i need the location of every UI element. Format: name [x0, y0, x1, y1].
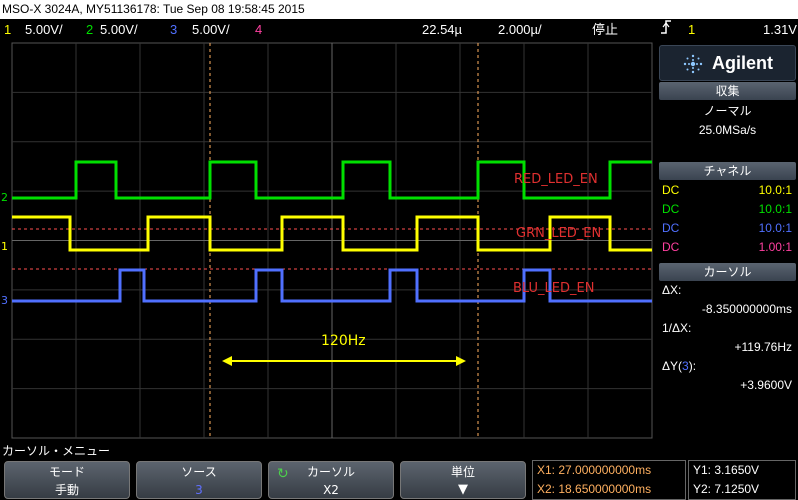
channel-row-2: DC 10.0:1 [659, 200, 796, 219]
x1-readout: X1: 27.000000000ms [537, 463, 652, 477]
softkey-bar: モード 手動 ソース 3 ↻ カーソル X2 単位 ▼ X1: 27.00000… [0, 460, 798, 500]
source-softkey[interactable]: ソース 3 [136, 461, 262, 499]
channel-coupling: DC [662, 240, 680, 254]
ch3-number[interactable]: 3 [170, 19, 177, 41]
inverse-delta-x-value: +119.76Hz [734, 340, 793, 354]
probe-ratio: 10.0:1 [758, 183, 792, 197]
rotate-knob-icon: ↻ [277, 466, 289, 482]
acquisition-header: 収集 [659, 82, 796, 100]
channel-coupling: DC [662, 183, 680, 197]
units-softkey[interactable]: 単位 ▼ [400, 461, 526, 499]
cursor-value: X2 [323, 483, 339, 497]
delta-x-label: ΔX: [662, 283, 682, 297]
arrow-right-icon [456, 356, 466, 366]
frequency-annotation: 120Hz [321, 333, 366, 349]
run-state: 停止 [592, 22, 619, 37]
x-cursor-readout: X1: 27.000000000ms X2: 18.650000000ms [532, 460, 686, 500]
mode-softkey[interactable]: モード 手動 [4, 461, 130, 499]
brand-name: Agilent [712, 53, 773, 73]
y-cursor-readout: Y1: 3.1650V Y2: 7.1250V [688, 460, 796, 500]
agilent-spark-icon [683, 54, 703, 74]
x2-readout: X2: 18.650000000ms [537, 482, 652, 496]
y1-readout: Y1: 3.1650V [693, 463, 760, 477]
blu-led-en-label: BLU_LED_EN [513, 281, 595, 296]
channel-coupling: DC [662, 221, 680, 235]
red-led-en-label: RED_LED_EN [514, 172, 598, 187]
delta-y-label: ΔY(3): [659, 357, 796, 376]
mode-label: モード [48, 465, 85, 479]
probe-ratio: 10.0:1 [758, 221, 792, 235]
delta-y-prefix: ΔY( [662, 359, 683, 373]
cursor-softkey[interactable]: ↻ カーソル X2 [268, 461, 394, 499]
probe-ratio: 1.00:1 [758, 240, 792, 254]
ch2-scale[interactable]: 5.00V/ [100, 19, 138, 41]
mode-value: 手動 [54, 483, 79, 497]
ch1-ground-marker: 1 [1, 240, 8, 253]
rising-edge-icon [660, 19, 672, 42]
channel-header: チャネル [659, 162, 796, 180]
info-panel: Agilent 収集 ノーマル 25.0MSa/s チャネル DC 10.0:1… [656, 41, 798, 440]
delta-y-channel: 3 [682, 359, 689, 373]
source-label: ソース [181, 465, 217, 479]
agilent-logo: Agilent [659, 45, 796, 81]
y2-readout: Y2: 7.1250V [693, 482, 760, 496]
channel-status-bar: 1 5.00V/ 2 5.00V/ 3 5.00V/ 4 22.54µ 2.00… [0, 19, 798, 41]
time-offset[interactable]: 22.54µ [422, 19, 462, 41]
channel-row-1: DC 10.0:1 [659, 181, 796, 200]
window-title: MSO-X 3024A, MY51136178: Tue Sep 08 19:5… [0, 0, 798, 19]
trigger-level[interactable]: 1.31V [763, 19, 797, 41]
ch2-number[interactable]: 2 [86, 19, 93, 41]
channel-list: DC 10.0:1 DC 10.0:1 DC 10.0:1 DC 1.00:1 [659, 181, 796, 261]
down-arrow-icon: ▼ [458, 482, 468, 497]
ch2-ground-marker: 2 [1, 191, 8, 204]
ch4-number[interactable]: 4 [255, 19, 262, 41]
cursor-header: カーソル [659, 263, 796, 281]
acquisition-info: ノーマル 25.0MSa/s [659, 102, 796, 142]
delta-x-value: -8.350000000ms [701, 302, 792, 316]
delta-y-value: +3.9600V [740, 378, 792, 392]
channel-row-4: DC 1.00:1 [659, 238, 796, 257]
ch3-scale[interactable]: 5.00V/ [192, 19, 230, 41]
delta-y-suffix: ): [688, 359, 697, 373]
source-value: 3 [195, 483, 203, 497]
probe-ratio: 10.0:1 [758, 202, 792, 216]
ch1-number[interactable]: 1 [4, 19, 11, 41]
menu-title: カーソル・メニュー [0, 442, 798, 460]
acquisition-mode: ノーマル [703, 104, 752, 118]
timebase[interactable]: 2.000µ/ [498, 19, 542, 41]
arrow-left-icon [222, 356, 232, 366]
grn-led-en-label: GRN_LED_EN [516, 226, 602, 241]
sample-rate: 25.0MSa/s [698, 123, 757, 137]
waveform-display[interactable]: 2 1 3 RED_LED_EN GRN_LED_EN BLU_LED_EN 120… [0, 41, 656, 440]
channel-coupling: DC [662, 202, 680, 216]
trigger-channel[interactable]: 1 [688, 19, 695, 41]
ch3-ground-marker: 3 [1, 294, 8, 307]
ch1-scale[interactable]: 5.00V/ [25, 19, 63, 41]
channel-row-3: DC 10.0:1 [659, 219, 796, 238]
inverse-delta-x-label: 1/ΔX: [662, 321, 692, 335]
cursor-readouts: ΔX: -8.350000000ms 1/ΔX: +119.76Hz ΔY(3)… [659, 281, 796, 401]
units-label: 単位 [450, 465, 475, 479]
